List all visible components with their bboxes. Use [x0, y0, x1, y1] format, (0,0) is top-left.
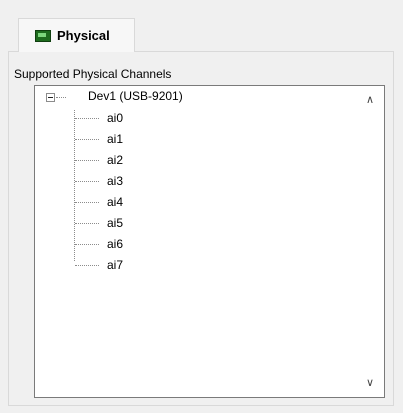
tree-connector: [56, 97, 66, 98]
tree-connector: [75, 160, 99, 161]
channel-ai4[interactable]: ai4: [107, 194, 123, 210]
tree-connector: [75, 244, 99, 245]
scroll-down-icon[interactable]: ∨: [364, 377, 376, 389]
channel-ai7[interactable]: ai7: [107, 257, 123, 273]
supported-channels-label: Supported Physical Channels: [14, 67, 172, 81]
tree-connector: [75, 223, 99, 224]
tree-connector: [75, 181, 99, 182]
tree-root-device[interactable]: Dev1 (USB-9201): [88, 89, 183, 103]
scroll-up-icon[interactable]: ∧: [364, 94, 376, 106]
tree-connector: [75, 265, 99, 266]
channel-ai3[interactable]: ai3: [107, 173, 123, 189]
channel-ai2[interactable]: ai2: [107, 152, 123, 168]
channel-ai1[interactable]: ai1: [107, 131, 123, 147]
tab-physical[interactable]: Physical: [18, 18, 135, 52]
channel-tree[interactable]: Dev1 (USB-9201) ai0 ai1 ai2 ai3 ai4 ai5 …: [34, 85, 385, 398]
tree-connector: [74, 110, 75, 261]
tab-physical-label: Physical: [57, 28, 110, 43]
device-card-icon: [35, 29, 51, 42]
tree-connector: [75, 202, 99, 203]
channel-ai5[interactable]: ai5: [107, 215, 123, 231]
collapse-icon[interactable]: [46, 93, 55, 102]
channel-ai0[interactable]: ai0: [107, 110, 123, 126]
tree-connector: [75, 118, 99, 119]
channel-ai6[interactable]: ai6: [107, 236, 123, 252]
tree-connector: [75, 139, 99, 140]
